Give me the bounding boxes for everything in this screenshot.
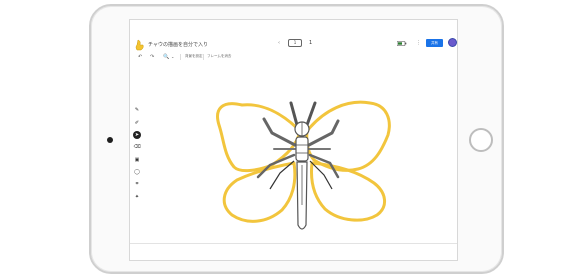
- shape-icon[interactable]: ◯: [133, 168, 141, 176]
- tool-sidebar: ✎ ✐ ➤ ⌫ ▣ ◯ ⌗ ✦: [133, 106, 143, 206]
- undo-icon[interactable]: ↶: [138, 53, 142, 61]
- marker-icon[interactable]: ✐: [133, 119, 141, 127]
- share-label: 共有: [431, 41, 438, 45]
- image-icon[interactable]: ▣: [133, 156, 141, 164]
- chevron-left-icon[interactable]: ‹: [278, 40, 280, 46]
- chevron-down-icon[interactable]: ⌄: [171, 53, 174, 61]
- clear-frame-button[interactable]: フレームを消去: [207, 54, 231, 59]
- doc-title[interactable]: チャウの描画を自分で入り: [148, 41, 208, 48]
- butterfly-thorax: [295, 136, 309, 162]
- laser-icon[interactable]: ✦: [133, 193, 141, 201]
- lower-left-wing: [222, 161, 297, 223]
- bottom-divider: [130, 243, 457, 244]
- zoom-icon[interactable]: 🔍: [163, 53, 169, 61]
- butterfly-drawing: [216, 100, 391, 230]
- select-icon[interactable]: ➤: [133, 131, 141, 139]
- more-vertical-icon[interactable]: ⋮: [416, 40, 421, 46]
- upper-left-wing: [216, 102, 302, 173]
- drawing-canvas[interactable]: [142, 65, 457, 243]
- share-button[interactable]: 共有: [426, 39, 443, 47]
- toolbar: ↶ ↷ 🔍 ⌄ 背景を設定 フレームを消去: [130, 52, 457, 64]
- frame-thumbnail[interactable]: 1: [288, 39, 302, 47]
- battery-icon: [397, 41, 407, 46]
- screen: チャウの描画を自分で入り ‹ 1 1 ⋮ 共有 ↶ ↷ 🔍 ⌄ 背景を設定 フレ…: [129, 19, 458, 261]
- upper-right-wing: [305, 100, 391, 172]
- frame-current: 1: [293, 40, 297, 45]
- eraser-icon[interactable]: ⌫: [133, 143, 141, 151]
- pen-icon[interactable]: ✎: [133, 106, 141, 114]
- redo-icon[interactable]: ↷: [150, 53, 154, 61]
- set-background-button[interactable]: 背景を設定: [185, 54, 203, 59]
- toolbar-divider: [203, 54, 204, 60]
- toolbar-divider: [180, 54, 181, 60]
- avatar[interactable]: [448, 38, 457, 47]
- app-header: チャウの描画を自分で入り ‹ 1 1 ⋮ 共有: [130, 20, 457, 52]
- crop-icon[interactable]: ⌗: [133, 180, 141, 188]
- frame-total: 1: [309, 40, 313, 46]
- home-button[interactable]: [469, 128, 493, 152]
- app-logo-icon: [135, 39, 144, 51]
- lower-right-wing: [310, 161, 386, 222]
- front-camera: [107, 137, 113, 143]
